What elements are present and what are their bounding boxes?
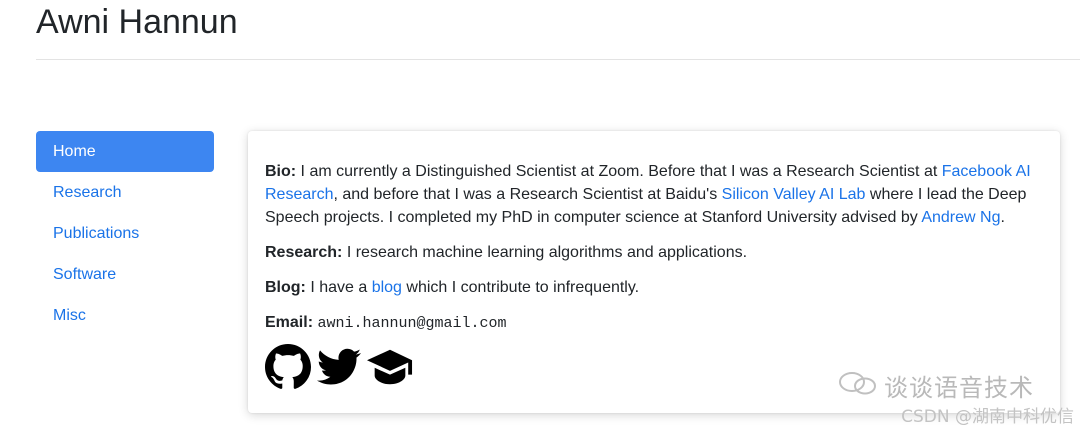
email-label: Email:	[265, 314, 314, 331]
watermark-channel: 谈谈语音技术	[884, 374, 1034, 402]
twitter-icon[interactable]	[317, 347, 361, 392]
bio-paragraph: Bio: I am currently a Distinguished Scie…	[265, 160, 1045, 229]
blog-text-1: I have a	[305, 279, 372, 296]
andrew-ng-link[interactable]: Andrew Ng	[921, 209, 1000, 226]
wechat-icon	[839, 372, 876, 395]
research-paragraph: Research: I research machine learning al…	[265, 241, 1045, 264]
nav-item-misc[interactable]: Misc	[36, 295, 214, 336]
blog-link[interactable]: blog	[372, 279, 402, 296]
email-address: awni.hannun@gmail.com	[317, 315, 507, 332]
blog-text-2: which I contribute to infrequently.	[401, 279, 640, 296]
nav-item-home[interactable]: Home	[36, 131, 214, 172]
bio-text-2: , and before that I was a Research Scien…	[333, 186, 722, 203]
sidebar-nav: Home Research Publications Software Misc	[36, 131, 214, 336]
social-icons	[265, 343, 419, 395]
nav-item-software[interactable]: Software	[36, 254, 214, 295]
bio-text-4: .	[1000, 209, 1005, 226]
silicon-valley-ai-lab-link[interactable]: Silicon Valley AI Lab	[722, 186, 866, 203]
watermark-credit: CSDN @湖南中科优信	[901, 407, 1074, 427]
site-title: Awni Hannun	[36, 3, 238, 41]
blog-paragraph: Blog: I have a blog which I contribute t…	[265, 276, 1045, 299]
github-icon[interactable]	[265, 343, 311, 395]
nav-item-publications[interactable]: Publications	[36, 213, 214, 254]
nav-item-research[interactable]: Research	[36, 172, 214, 213]
graduation-cap-icon[interactable]	[367, 347, 413, 392]
blog-label: Blog:	[265, 279, 306, 296]
bio-card-body: Bio: I am currently a Distinguished Scie…	[265, 160, 1045, 335]
email-paragraph: Email: awni.hannun@gmail.com	[265, 311, 1045, 335]
research-text: I research machine learning algorithms a…	[342, 244, 748, 261]
bio-text-1: I am currently a Distinguished Scientist…	[296, 163, 942, 180]
header-divider	[36, 59, 1080, 60]
research-label: Research:	[265, 244, 343, 261]
bio-label: Bio:	[265, 163, 297, 180]
